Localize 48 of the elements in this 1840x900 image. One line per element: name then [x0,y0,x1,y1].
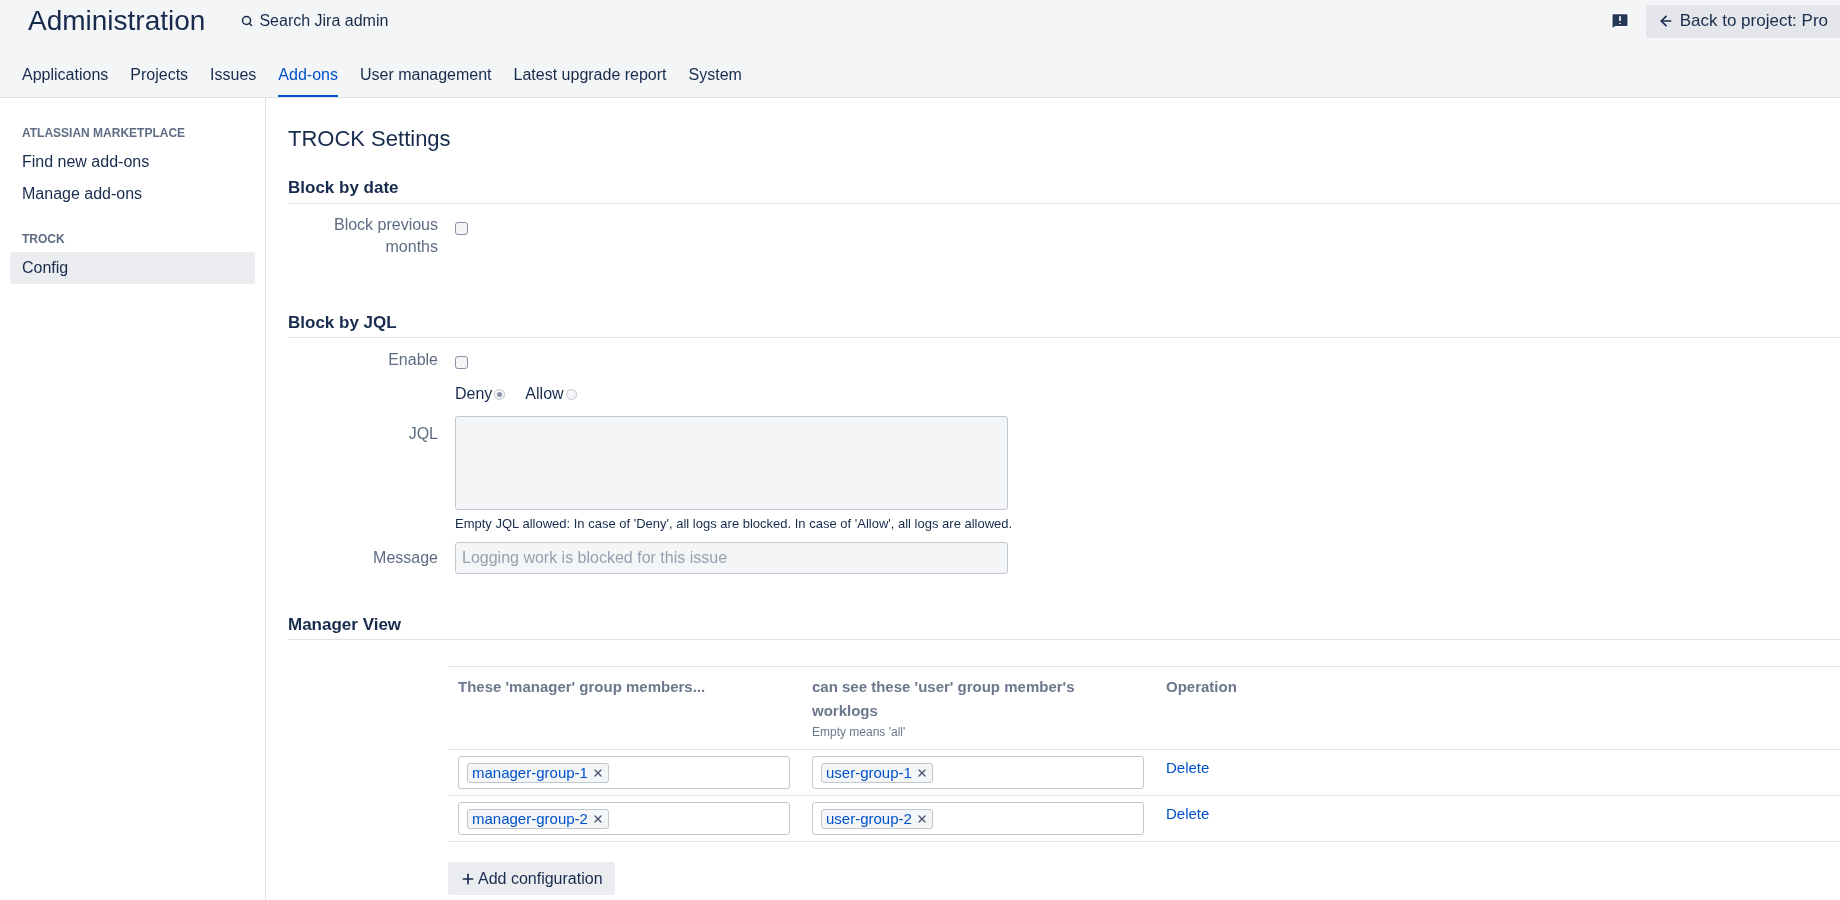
group-tag: user-group-1 [821,762,933,783]
sidebar-heading: ATLASSIAN MARKETPLACE [21,125,187,142]
checkbox[interactable] [455,221,468,235]
page-title: TROCK Settings [288,125,452,153]
delete-link[interactable]: Delete [1166,759,1210,776]
nav-tab[interactable]: Latest upgrade report [513,63,667,97]
group-picker[interactable]: manager-group-1 [458,756,790,789]
group-picker[interactable]: user-group-2 [812,802,1144,835]
nav-tab[interactable]: Add-ons [278,63,338,97]
search-icon [241,15,254,27]
column-header: can see these 'user' group member's worklogs [812,677,1076,721]
column-header: Operation [1166,677,1238,697]
page-heading: Administration [28,4,206,38]
back-button[interactable]: Back to project: Pro [1645,4,1840,38]
feedback-icon[interactable] [1609,11,1630,31]
column-note: Empty means 'all' [812,724,907,741]
message-input[interactable]: Logging work is blocked for this issue [455,541,1008,574]
group-tag: manager-group-1 [467,762,609,783]
group-tag: manager-group-2 [467,808,609,829]
field-label: Block previous months [332,214,438,257]
sidebar-item[interactable]: Find new add-ons [10,146,255,178]
help-text: Empty JQL allowed: In case of 'Deny', all logs are blocked. In case of 'Allow', all logs are allowed. [455,515,1014,533]
checkbox[interactable] [455,356,468,369]
nav-tab[interactable]: Projects [130,63,189,97]
section-heading: Block by JQL [288,309,1840,338]
radio-label: Allow [525,384,564,404]
group-picker[interactable]: user-group-1 [812,756,1144,789]
field-label: Enable [387,350,438,370]
nav-tab[interactable]: Applications [22,63,109,97]
group-tag: user-group-2 [821,808,933,829]
search-link[interactable]: Search Jira admin [241,9,389,33]
field-label: Message [372,547,438,568]
nav-tab[interactable]: System [688,63,742,97]
section-heading: Block by date [288,175,1840,204]
nav-tab[interactable]: User management [359,63,492,97]
radio-label: Deny [455,384,493,404]
nav-tab[interactable]: Issues [210,63,257,97]
group-picker[interactable]: manager-group-2 [458,802,790,835]
delete-link[interactable]: Delete [1166,805,1210,822]
sidebar-heading: TROCK [21,231,66,248]
column-header: These 'manager' group members... [458,677,707,697]
radio-button[interactable] [565,388,577,400]
add-configuration-button[interactable]: Add configuration [448,862,615,895]
field-label: JQL [407,424,438,444]
sidebar-item[interactable]: Manage add-ons [10,178,255,210]
sidebar-item[interactable]: Config [10,252,255,284]
section-heading: Manager View [288,611,1840,640]
radio-button[interactable] [494,388,506,400]
